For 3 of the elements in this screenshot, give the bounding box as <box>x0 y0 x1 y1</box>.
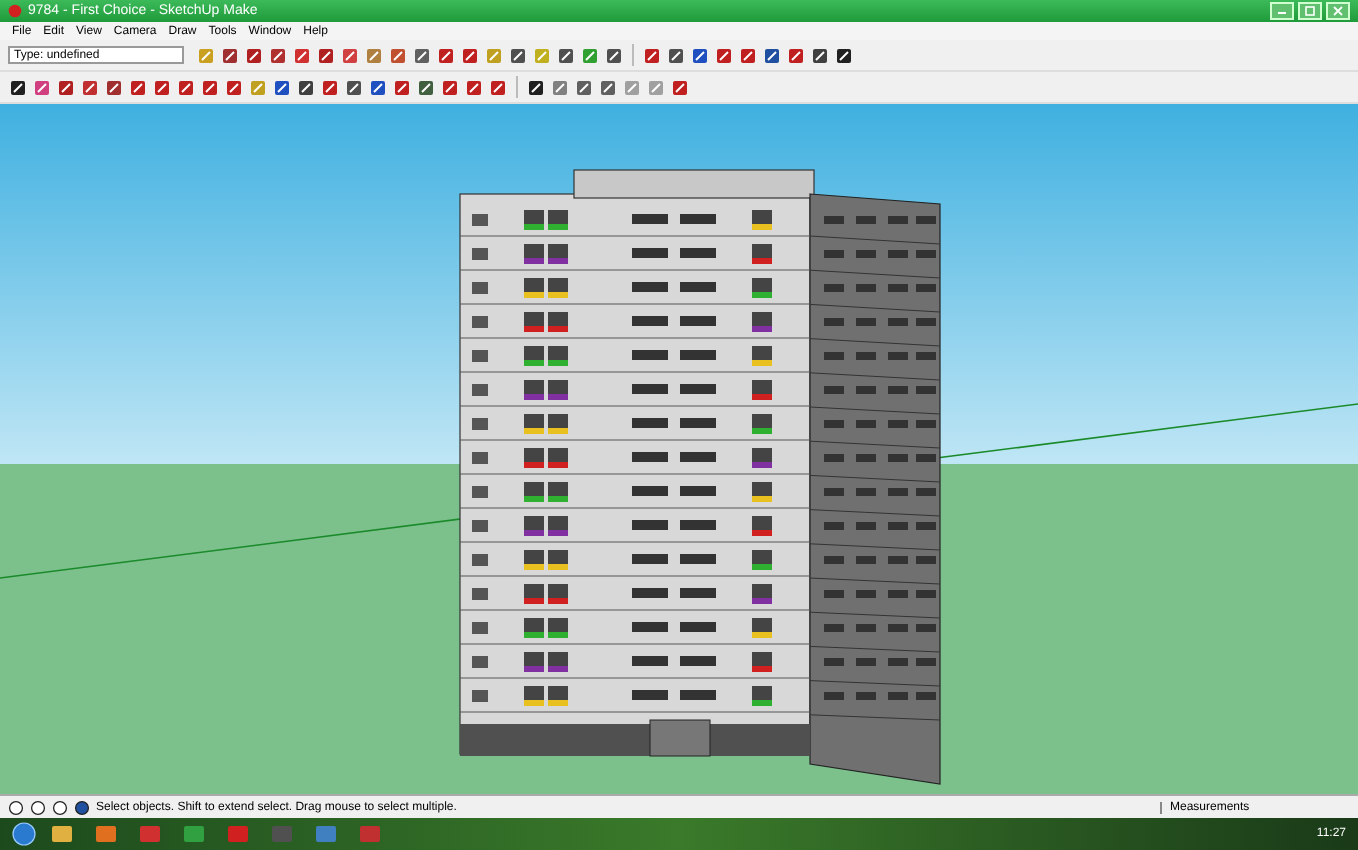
app-logo-icon <box>8 4 22 18</box>
start-orb-icon[interactable] <box>12 822 36 846</box>
model-viewport[interactable] <box>0 104 1358 794</box>
